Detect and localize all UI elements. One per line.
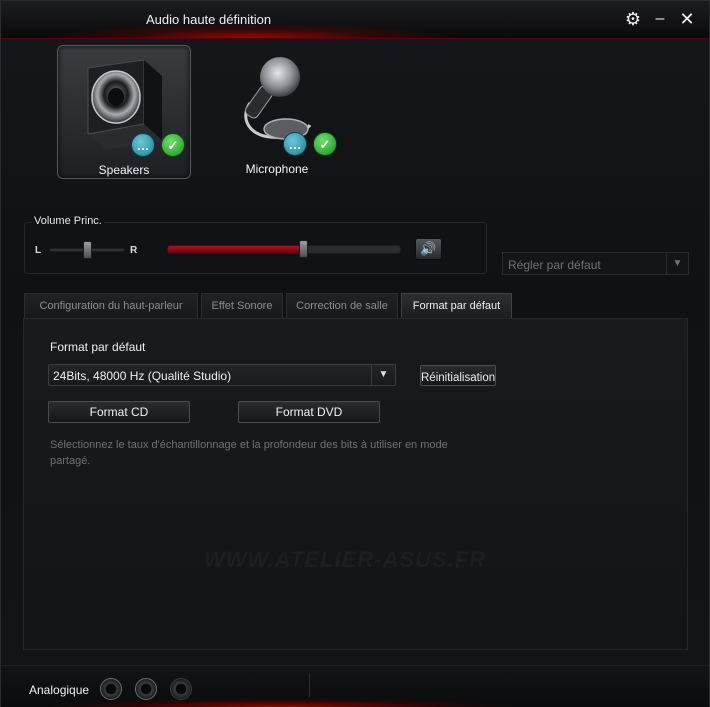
balance-right-label: R (130, 245, 138, 256)
tab-label: Format par défaut (412, 300, 501, 312)
title-bar: Audio haute définition ⚙ – ✕ (1, 1, 709, 39)
analog-label: Analogique (29, 683, 90, 697)
tab-default-format[interactable]: Format par défaut (401, 293, 512, 319)
format-description: Sélectionnez le taux d'échantillonnage e… (50, 439, 448, 467)
device-label-microphone: Microphone (245, 162, 309, 176)
default-format-label: Format par défaut (50, 340, 146, 354)
volume-slider-thumb[interactable] (298, 240, 308, 258)
set-default-select-value: Régler par défaut (508, 258, 601, 272)
reset-button[interactable]: Réinitialisation (420, 365, 496, 386)
balance-left-label: L (35, 245, 42, 256)
divider (309, 673, 310, 697)
check-icon: ✓ (161, 133, 185, 157)
device-microphone[interactable]: … ✓ Microphone (210, 45, 344, 179)
tab-room-correction[interactable]: Correction de salle (286, 293, 398, 319)
window-title: Audio haute définition (146, 12, 272, 27)
dvd-format-button[interactable]: Format DVD (238, 401, 380, 423)
tab-label: Effet Sonore (211, 300, 273, 312)
tab-label: Correction de salle (296, 300, 388, 312)
chat-bubble-icon: … (283, 132, 307, 156)
balance-slider[interactable] (49, 241, 125, 259)
mute-button[interactable]: 🔊 (415, 238, 442, 260)
format-select-value: 24Bits, 48000 Hz (Qualité Studio) (53, 369, 232, 383)
close-icon[interactable]: ✕ (676, 9, 698, 29)
volume-title: Volume Princ. (32, 215, 104, 227)
audio-window: Audio haute définition ⚙ – ✕ … ✓ Speaker… (0, 0, 710, 707)
chevron-down-icon: ▼ (666, 253, 688, 274)
device-speakers[interactable]: … ✓ Speakers (57, 45, 191, 179)
tab-speaker-configuration[interactable]: Configuration du haut-parleur (24, 293, 198, 319)
speaker-volume-icon: 🔊 (420, 241, 437, 256)
device-label-speakers: Speakers (98, 163, 150, 177)
set-default-select[interactable]: Régler par défaut ▼ (502, 252, 689, 275)
volume-slider[interactable] (167, 245, 401, 254)
minimize-icon[interactable]: – (649, 9, 671, 29)
tab-sound-effects[interactable]: Effet Sonore (201, 293, 283, 319)
check-icon: ✓ (313, 132, 337, 156)
analog-jack-3[interactable] (170, 678, 192, 700)
analog-jack-2[interactable] (135, 678, 157, 700)
volume-level-fill (168, 246, 303, 253)
watermark: WWW.ATELIER-ASUS.FR (204, 547, 487, 572)
analog-jack-1[interactable] (100, 678, 122, 700)
cd-format-button[interactable]: Format CD (48, 401, 190, 423)
chevron-down-icon: ▼ (371, 365, 395, 385)
tab-label: Configuration du haut-parleur (39, 300, 183, 312)
chat-bubble-icon: … (131, 133, 155, 157)
format-select[interactable]: 24Bits, 48000 Hz (Qualité Studio) ▼ (48, 364, 396, 386)
gear-icon[interactable]: ⚙ (622, 9, 644, 29)
balance-slider-thumb[interactable] (83, 241, 92, 259)
